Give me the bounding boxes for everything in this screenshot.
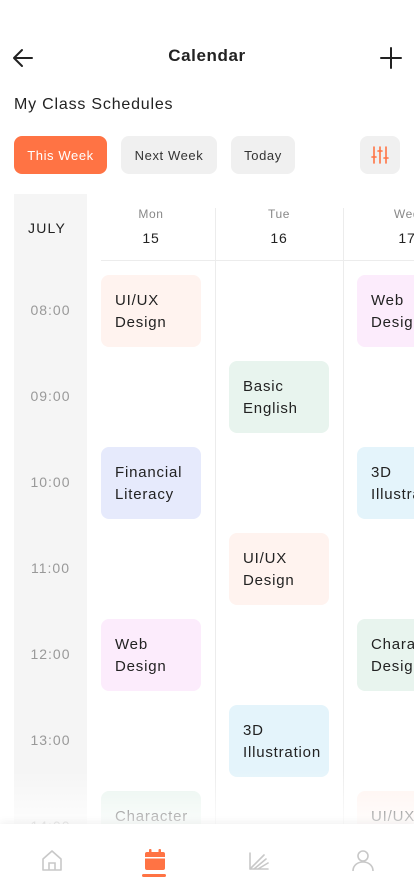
nav-active-indicator <box>142 874 166 877</box>
day-header-tue[interactable]: Tue 16 <box>215 207 343 246</box>
time-label: 10:00 <box>30 474 71 490</box>
plus-icon <box>380 47 402 69</box>
nav-profile[interactable] <box>311 824 414 896</box>
courses-icon <box>248 852 269 870</box>
time-label: 11:00 <box>31 560 70 576</box>
nav-calendar[interactable] <box>103 824 206 896</box>
calendar-icon <box>144 849 165 870</box>
event-card[interactable]: UI/UX Design <box>101 275 201 347</box>
day-name: Tue <box>267 207 291 221</box>
section-title: My Class Schedules <box>14 96 174 113</box>
time-label: 13:00 <box>30 732 71 748</box>
home-icon <box>41 850 62 871</box>
event-card[interactable]: Web Design <box>101 619 201 691</box>
filter-settings-button[interactable] <box>360 136 400 174</box>
event-card[interactable]: UI/UX Design <box>229 533 329 605</box>
day-divider <box>343 208 344 834</box>
add-button[interactable] <box>376 43 406 73</box>
profile-icon <box>351 850 374 872</box>
time-label: 08:00 <box>30 302 71 318</box>
day-name: Mon <box>138 207 164 221</box>
today-button[interactable]: Today <box>231 136 295 174</box>
event-card[interactable]: 3D Illustration <box>229 705 329 777</box>
event-card[interactable]: Character Design <box>357 619 414 691</box>
next-week-button[interactable]: Next Week <box>121 136 217 174</box>
nav-courses[interactable] <box>207 824 310 896</box>
event-card[interactable]: Basic English <box>229 361 329 433</box>
day-number: 17 <box>398 230 414 246</box>
bottom-nav <box>0 824 414 896</box>
day-number: 16 <box>270 230 288 246</box>
event-card[interactable]: Financial Literacy <box>101 447 201 519</box>
day-header-wed[interactable]: Wed 17 <box>343 207 414 246</box>
nav-home[interactable] <box>0 824 103 896</box>
page-title: Calendar <box>168 46 246 65</box>
day-name: Wed <box>393 207 414 221</box>
event-card[interactable]: 3D Illustration <box>357 447 414 519</box>
day-divider <box>215 208 216 834</box>
sliders-icon <box>371 146 389 164</box>
time-label: 12:00 <box>30 646 71 662</box>
this-week-button[interactable]: This Week <box>14 136 107 174</box>
month-label: JULY <box>28 220 66 236</box>
day-number: 15 <box>142 230 160 246</box>
header-divider <box>101 260 414 261</box>
time-label: 09:00 <box>30 388 71 404</box>
event-card[interactable]: Web Design <box>357 275 414 347</box>
day-header-mon[interactable]: Mon 15 <box>87 207 215 246</box>
